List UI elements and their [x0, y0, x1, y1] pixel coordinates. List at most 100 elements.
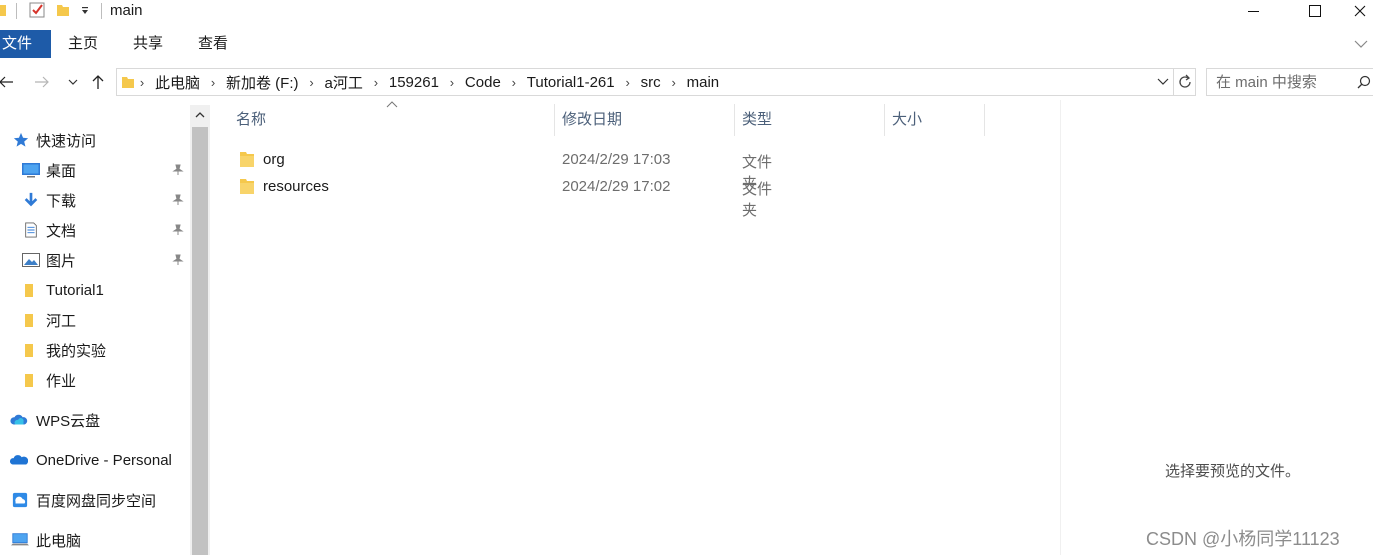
sidebar-item-quick-access[interactable]: 快速访问 — [0, 125, 188, 155]
maximize-icon — [1309, 5, 1321, 17]
document-icon — [25, 222, 37, 238]
tab-share[interactable]: 共享 — [133, 30, 163, 58]
file-name: org — [263, 151, 285, 168]
file-date: 2024/2/29 17:03 — [562, 151, 671, 168]
chevron-up-icon — [195, 112, 205, 118]
up-arrow-icon — [92, 75, 104, 89]
breadcrumb-item[interactable]: 新加卷 (F:) — [218, 72, 307, 93]
title-bar: main — [0, 0, 1373, 23]
quick-access-dropdown-icon[interactable] — [80, 6, 90, 16]
back-arrow-icon — [0, 76, 13, 88]
sidebar-item-downloads[interactable]: 下载 — [0, 185, 188, 215]
sidebar-item-label: 河工 — [46, 312, 77, 330]
pin-icon[interactable] — [172, 254, 184, 266]
forward-arrow-icon — [35, 76, 49, 88]
computer-icon — [11, 533, 29, 546]
sidebar-item-label: 作业 — [46, 372, 77, 390]
tab-home[interactable]: 主页 — [68, 30, 98, 58]
sidebar-item-my-experiments[interactable]: 我的实验 — [0, 335, 188, 365]
close-button[interactable] — [1347, 0, 1373, 22]
breadcrumb-item[interactable]: src — [633, 74, 669, 91]
breadcrumb-separator-icon[interactable]: › — [669, 75, 679, 90]
pin-icon[interactable] — [172, 224, 184, 236]
sidebar-item-label: 桌面 — [46, 162, 77, 180]
sidebar-item-label: 文档 — [46, 222, 77, 240]
column-header-name[interactable]: 名称 — [228, 104, 554, 136]
folder-icon — [240, 179, 254, 194]
pin-icon[interactable] — [172, 194, 184, 206]
address-row: › 此电脑 › 新加卷 (F:) › a河工 › 159261 › Code ›… — [0, 66, 1373, 98]
sidebar-item-label: 快速访问 — [36, 132, 97, 150]
recent-locations-button[interactable] — [63, 72, 83, 92]
maximize-button[interactable] — [1292, 0, 1338, 22]
tab-view[interactable]: 查看 — [198, 30, 228, 58]
divider — [101, 3, 102, 19]
onedrive-icon — [10, 455, 28, 465]
chevron-down-icon — [68, 79, 78, 85]
breadcrumb-separator-icon[interactable]: › — [623, 75, 633, 90]
search-icon[interactable] — [1357, 75, 1371, 89]
search-input[interactable] — [1216, 73, 1356, 91]
folder-icon — [122, 77, 134, 88]
table-row[interactable]: resources 2024/2/29 17:02 文件夹 — [220, 173, 780, 219]
search-box[interactable] — [1206, 68, 1373, 96]
sidebar-item-hegong[interactable]: 河工 — [0, 305, 188, 335]
breadcrumb-separator-icon[interactable]: › — [509, 75, 519, 90]
expand-ribbon-chevron-icon[interactable] — [1353, 36, 1369, 52]
pin-icon[interactable] — [172, 164, 184, 176]
sidebar-item-onedrive[interactable]: OneDrive - Personal — [0, 445, 188, 475]
sidebar-item-desktop[interactable]: 桌面 — [0, 155, 188, 185]
sidebar-item-homework[interactable]: 作业 — [0, 365, 188, 395]
download-icon — [24, 192, 38, 207]
preview-pane: 选择要预览的文件。 — [1060, 100, 1373, 555]
breadcrumb-item[interactable]: Tutorial1-261 — [519, 74, 623, 91]
file-list: 名称 修改日期 类型 大小 org 2024/2/29 17:03 文件夹 re… — [220, 100, 1060, 555]
sidebar-item-wps-cloud[interactable]: WPS云盘 — [0, 405, 188, 435]
table-row[interactable]: org 2024/2/29 17:03 文件夹 — [220, 146, 780, 192]
file-name: resources — [263, 178, 329, 195]
folder-icon — [0, 5, 6, 16]
breadcrumb-separator-icon[interactable]: › — [307, 75, 317, 90]
sidebar-item-baidu-netdisk[interactable]: 百度网盘同步空间 — [0, 485, 188, 515]
sidebar-item-documents[interactable]: 文档 — [0, 215, 188, 245]
column-header-type[interactable]: 类型 — [734, 104, 884, 136]
star-icon — [13, 132, 29, 147]
minimize-button[interactable] — [1231, 0, 1277, 22]
forward-button[interactable] — [32, 72, 52, 92]
tab-file[interactable]: 文件 — [0, 30, 51, 58]
breadcrumb-item[interactable]: 159261 — [381, 74, 447, 91]
address-bar[interactable]: › 此电脑 › 新加卷 (F:) › a河工 › 159261 › Code ›… — [116, 68, 1196, 96]
sidebar-item-label: Tutorial1 — [46, 281, 104, 299]
refresh-icon[interactable] — [1177, 74, 1193, 90]
new-folder-icon[interactable] — [57, 3, 69, 17]
scroll-up-button[interactable] — [190, 105, 210, 125]
sidebar-item-label: 我的实验 — [46, 342, 107, 360]
navigation-scrollbar[interactable] — [190, 105, 210, 555]
sidebar-item-this-pc[interactable]: 此电脑 — [0, 525, 188, 555]
breadcrumb-separator-icon[interactable]: › — [208, 75, 218, 90]
back-button[interactable] — [0, 72, 16, 92]
desktop-icon — [22, 163, 40, 178]
column-divider[interactable] — [984, 104, 985, 136]
breadcrumb-separator-icon[interactable]: › — [447, 75, 457, 90]
sidebar-item-label: 下载 — [46, 192, 77, 210]
breadcrumb-item-current[interactable]: main — [679, 74, 728, 91]
sidebar-item-label: 此电脑 — [36, 532, 82, 550]
breadcrumb-item[interactable]: 此电脑 — [147, 72, 208, 93]
breadcrumb-separator-icon[interactable]: › — [137, 75, 147, 90]
sidebar-item-pictures[interactable]: 图片 — [0, 245, 188, 275]
file-type: 文件夹 — [742, 181, 773, 219]
breadcrumb-item[interactable]: Code — [457, 74, 509, 91]
column-header-size[interactable]: 大小 — [884, 104, 984, 136]
up-button[interactable] — [88, 72, 108, 92]
breadcrumb-item[interactable]: a河工 — [317, 72, 371, 93]
column-header-date-modified[interactable]: 修改日期 — [554, 104, 734, 136]
ribbon-tabs: 文件 主页 共享 查看 — [0, 30, 1373, 58]
properties-checkbox-icon[interactable] — [29, 2, 46, 19]
navigation-pane: 快速访问 桌面 下载 文档 图片 Tutorial1 河工 我的实验 作业 WP… — [0, 100, 210, 555]
breadcrumb-separator-icon[interactable]: › — [371, 75, 381, 90]
minimize-icon — [1248, 11, 1259, 12]
address-history-chevron-icon[interactable] — [1157, 78, 1169, 86]
scrollbar-thumb[interactable] — [192, 127, 208, 555]
sidebar-item-tutorial1[interactable]: Tutorial1 — [0, 275, 188, 305]
